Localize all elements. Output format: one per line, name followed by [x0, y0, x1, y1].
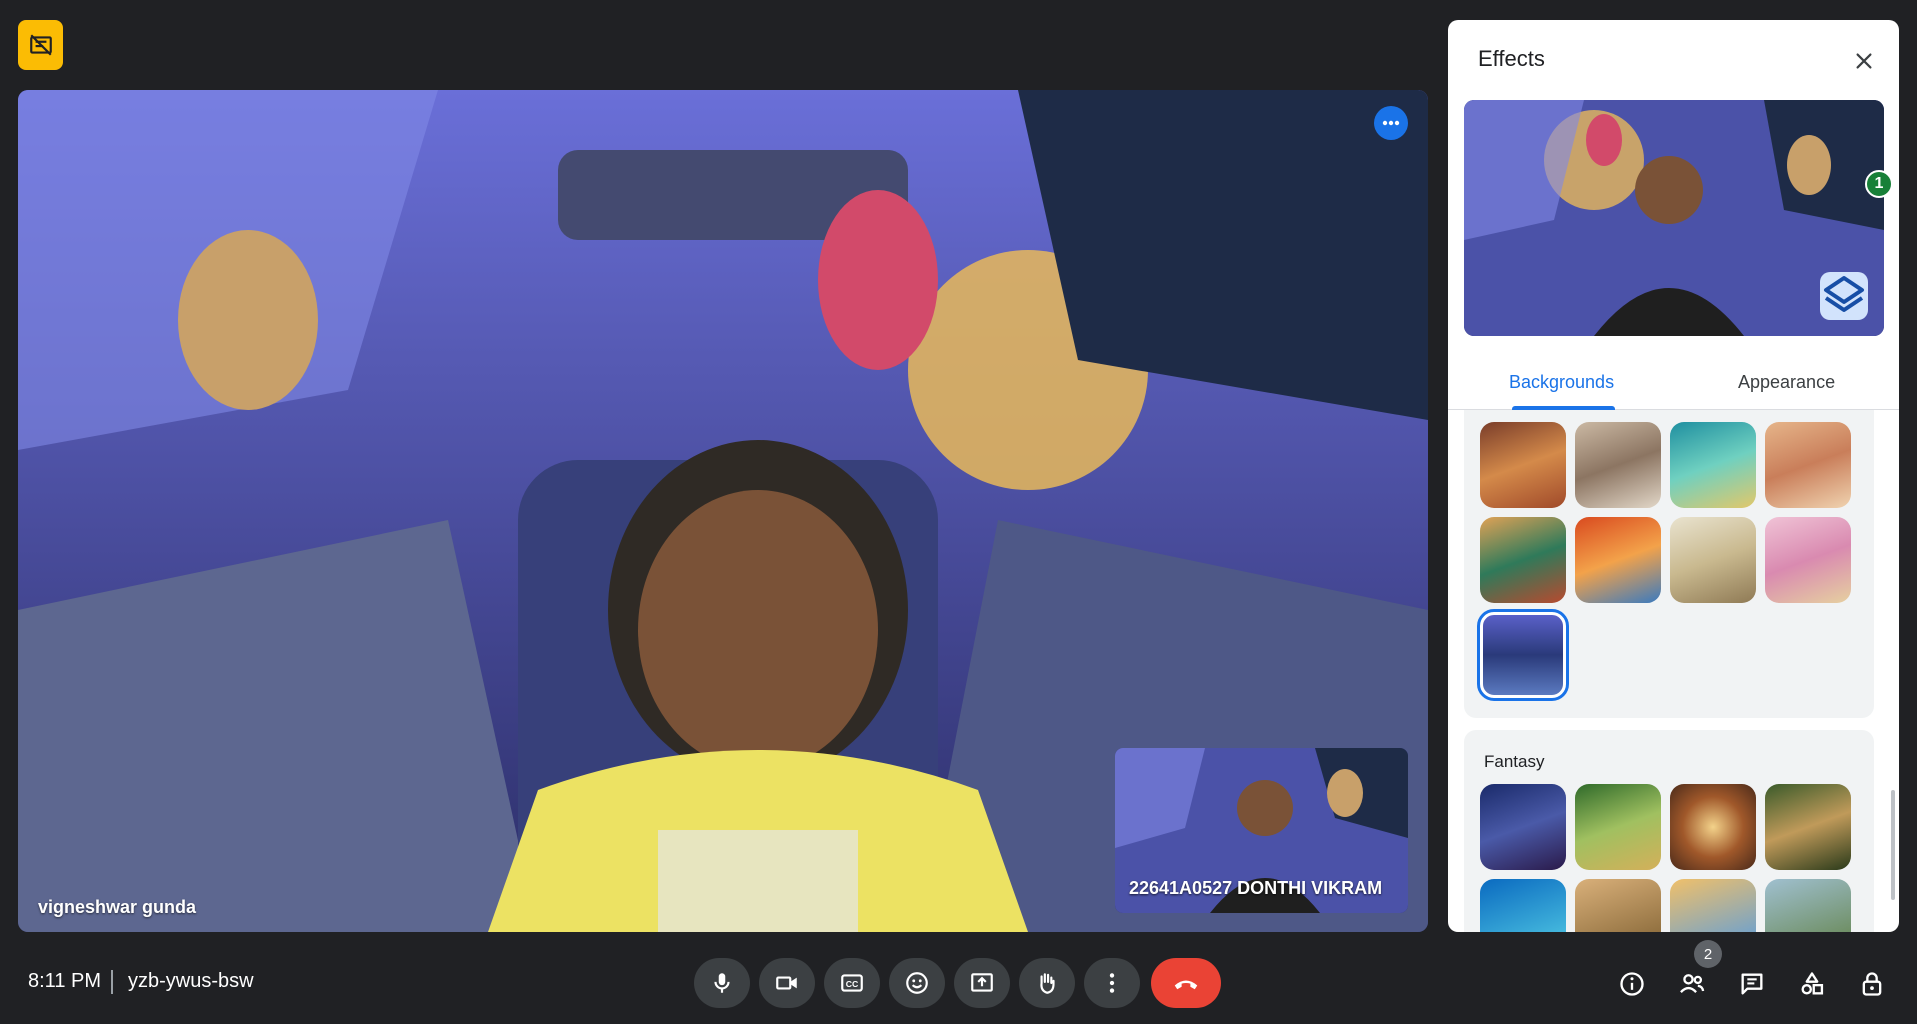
background-thumb-pink-landscape[interactable] [1765, 517, 1851, 603]
lock-person-icon [1862, 972, 1882, 996]
fantasy-section: Fantasy [1464, 730, 1874, 932]
reactions-button[interactable] [889, 958, 945, 1008]
backgrounds-grid [1464, 410, 1874, 718]
effects-panel: Effects 1 Backgrounds Appearance Fantasy [1448, 20, 1899, 932]
fantasy-thumb-tree-house[interactable] [1765, 784, 1851, 870]
present-screen-button[interactable] [954, 958, 1010, 1008]
captions-button[interactable]: CC [824, 958, 880, 1008]
hand-icon [1040, 973, 1055, 994]
camera-button[interactable] [759, 958, 815, 1008]
self-view-tile[interactable]: 22641A0527 DONTHI VIKRAM [1115, 748, 1408, 913]
fantasy-thumb-desert-city[interactable] [1575, 879, 1661, 932]
background-thumb-kitchen[interactable] [1575, 517, 1661, 603]
microphone-icon [714, 973, 730, 993]
tab-backgrounds[interactable]: Backgrounds [1509, 372, 1614, 393]
layers-icon [1824, 276, 1864, 312]
present-icon [971, 973, 993, 992]
host-controls-button[interactable] [1854, 966, 1890, 1002]
fantasy-thumb-ocean[interactable] [1480, 879, 1566, 932]
raise-hand-button[interactable] [1019, 958, 1075, 1008]
meeting-details-button[interactable] [1614, 966, 1650, 1002]
end-call-icon [1174, 980, 1198, 990]
more-options-icon[interactable] [1374, 106, 1408, 140]
participant-name: vigneshwar gunda [38, 897, 197, 917]
people-button[interactable] [1674, 966, 1710, 1002]
fantasy-thumb-throne-hall[interactable] [1480, 784, 1566, 870]
background-thumb-cozy-room[interactable] [1480, 422, 1566, 508]
panel-title: Effects [1478, 46, 1545, 71]
fantasy-thumb-ruins[interactable] [1765, 879, 1851, 932]
more-options-button[interactable] [1084, 958, 1140, 1008]
applied-effects-button[interactable] [1820, 272, 1868, 320]
effects-tabs: Backgrounds Appearance [1448, 354, 1899, 410]
background-thumb-minimal-room[interactable] [1670, 517, 1756, 603]
chat-icon [1741, 973, 1763, 995]
bottom-toolbar: 8:11 PM yzb-ywus-bsw CC 2 [0, 940, 1917, 1024]
info-icon [1620, 972, 1644, 996]
fantasy-thumb-forest-tent[interactable] [1575, 784, 1661, 870]
background-thumb-underwater[interactable] [1670, 422, 1756, 508]
svg-text:CC: CC [846, 979, 859, 989]
section-title: Fantasy [1484, 752, 1545, 771]
self-name: 22641A0527 DONTHI VIKRAM [1129, 878, 1383, 898]
recording-indicator-icon[interactable] [18, 20, 63, 70]
meeting-code: yzb-ywus-bsw [128, 970, 254, 992]
activities-button[interactable] [1794, 966, 1830, 1002]
effects-preview [1464, 100, 1884, 336]
background-thumb-living-room[interactable] [1575, 422, 1661, 508]
more-vert-icon [1109, 973, 1115, 993]
emoji-icon [906, 972, 928, 994]
fantasy-thumb-castle[interactable] [1670, 879, 1756, 932]
close-icon [1856, 53, 1872, 69]
close-panel-button[interactable] [1847, 44, 1881, 78]
panel-scrollbar[interactable] [1891, 790, 1895, 900]
microphone-button[interactable] [694, 958, 750, 1008]
captions-icon: CC [841, 974, 863, 992]
activities-icon [1801, 972, 1824, 995]
background-thumb-cafe[interactable] [1480, 517, 1566, 603]
background-thumb-spaceship-selected[interactable] [1477, 609, 1569, 701]
camera-icon [776, 976, 797, 990]
fantasy-thumb-glowing-portal[interactable] [1670, 784, 1756, 870]
background-thumb-paris-balcony[interactable] [1765, 422, 1851, 508]
participant-count-badge: 2 [1694, 940, 1722, 968]
divider [111, 970, 113, 994]
applied-effects-count-badge: 1 [1865, 170, 1893, 198]
tab-appearance[interactable]: Appearance [1738, 372, 1835, 393]
leave-call-button[interactable] [1151, 958, 1221, 1008]
chat-button[interactable] [1734, 966, 1770, 1002]
clock: 8:11 PM [28, 970, 101, 992]
people-icon [1680, 974, 1705, 993]
